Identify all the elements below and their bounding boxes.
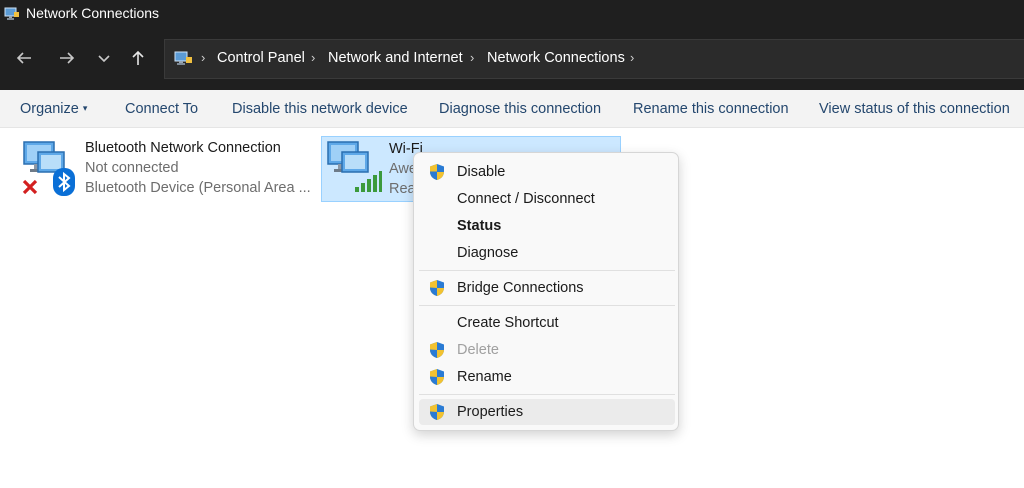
menu-item-connect-disconnect-label: Connect / Disconnect	[457, 191, 595, 207]
menu-item-diagnose-label: Diagnose	[457, 245, 519, 261]
menu-separator	[419, 394, 675, 395]
menu-item-create-shortcut[interactable]: Create Shortcut	[419, 310, 675, 336]
context-menu: Disable Connect / Disconnect Status Diag…	[413, 152, 679, 431]
breadcrumb-separator[interactable]: ›	[630, 50, 634, 65]
breadcrumb-separator[interactable]: ›	[470, 50, 474, 65]
control-panel-icon	[174, 51, 192, 65]
diagnose-button[interactable]: Diagnose this connection	[439, 101, 601, 117]
bluetooth-connection-item[interactable]: Bluetooth Network Connection Not connect…	[18, 136, 311, 202]
breadcrumb-separator[interactable]: ›	[311, 50, 315, 65]
navigation-bar: › Control Panel › Network and Internet ›…	[0, 28, 1024, 90]
menu-item-delete: Delete	[419, 337, 675, 363]
menu-item-bridge-connections-label: Bridge Connections	[457, 280, 584, 296]
uac-shield-icon	[430, 369, 444, 385]
breadcrumb-control-panel[interactable]: Control Panel	[217, 50, 305, 66]
recent-chevron-icon	[98, 55, 110, 63]
menu-item-status-label: Status	[457, 218, 502, 234]
forward-arrow-icon	[60, 52, 75, 64]
menu-item-delete-label: Delete	[457, 342, 499, 358]
command-bar: Organize ▾ Connect To Disable this networ…	[0, 90, 1024, 128]
uac-shield-icon	[430, 280, 444, 296]
view-status-button[interactable]: View status of this connection	[819, 101, 1010, 117]
red-x-icon	[22, 179, 38, 195]
breadcrumb-network-and-internet[interactable]: Network and Internet	[328, 50, 463, 66]
back-arrow-icon	[16, 52, 31, 64]
uac-shield-icon	[430, 404, 444, 420]
connect-to-button[interactable]: Connect To	[125, 101, 198, 117]
organize-button[interactable]: Organize ▾	[20, 101, 87, 117]
network-connections-icon	[4, 7, 19, 20]
menu-separator	[419, 270, 675, 271]
uac-shield-icon	[430, 342, 444, 358]
organize-label: Organize	[20, 101, 79, 117]
window-title: Network Connections	[26, 5, 160, 21]
menu-item-status[interactable]: Status	[419, 213, 675, 239]
recent-locations-button[interactable]	[92, 46, 116, 70]
menu-item-connect-disconnect[interactable]: Connect / Disconnect	[419, 186, 675, 212]
up-button[interactable]	[126, 46, 150, 70]
menu-item-bridge-connections[interactable]: Bridge Connections	[419, 275, 675, 301]
menu-item-disable-label: Disable	[457, 164, 506, 180]
wifi-connection-device: Rea	[389, 181, 416, 197]
wifi-signal-icon	[355, 171, 382, 192]
uac-shield-icon	[430, 164, 444, 180]
forward-button[interactable]	[55, 46, 79, 70]
disable-device-button[interactable]: Disable this network device	[232, 101, 408, 117]
menu-item-create-shortcut-label: Create Shortcut	[457, 315, 559, 331]
menu-item-properties[interactable]: Properties	[419, 399, 675, 425]
menu-separator	[419, 305, 675, 306]
bluetooth-connection-status: Not connected	[85, 160, 179, 176]
menu-item-rename-label: Rename	[457, 369, 512, 385]
menu-item-disable[interactable]: Disable	[419, 159, 675, 185]
back-button[interactable]	[12, 46, 36, 70]
bluetooth-icon	[53, 168, 75, 196]
bluetooth-connection-name: Bluetooth Network Connection	[85, 140, 281, 156]
title-bar: Network Connections	[0, 0, 1024, 28]
organize-caret-icon: ▾	[82, 103, 88, 113]
breadcrumb-network-connections[interactable]: Network Connections	[487, 50, 625, 66]
menu-item-diagnose[interactable]: Diagnose	[419, 240, 675, 266]
breadcrumb-separator: ›	[201, 50, 206, 65]
menu-item-properties-label: Properties	[457, 404, 524, 420]
menu-item-rename[interactable]: Rename	[419, 364, 675, 390]
bluetooth-connection-device: Bluetooth Device (Personal Area ...	[85, 180, 311, 196]
rename-button[interactable]: Rename this connection	[633, 101, 789, 117]
address-bar[interactable]: › Control Panel › Network and Internet ›…	[164, 39, 1024, 79]
up-arrow-icon	[132, 50, 144, 65]
